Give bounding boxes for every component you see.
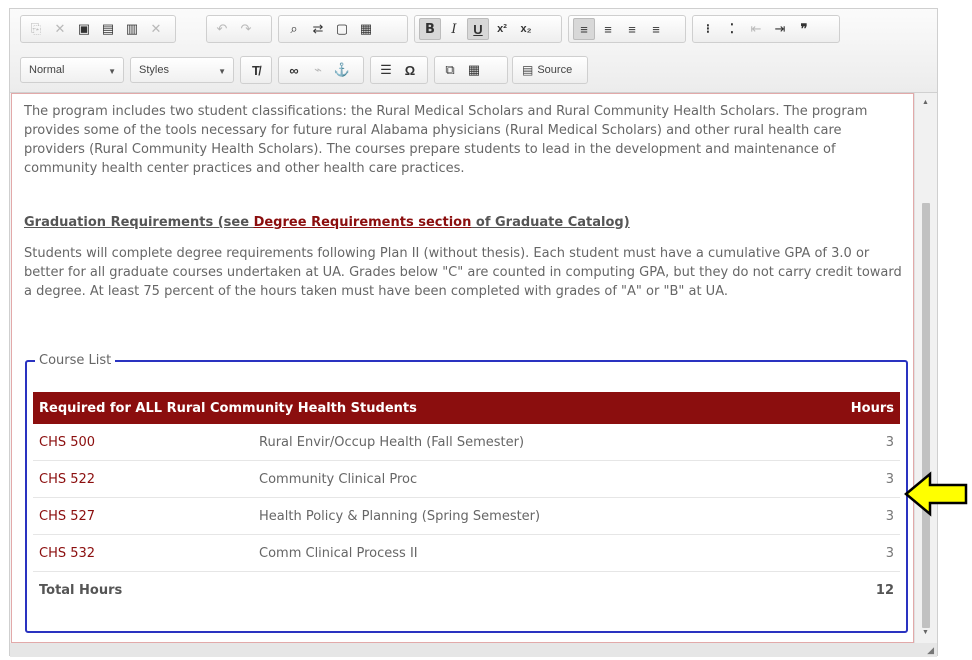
chevron-down-icon: ▼ [218, 67, 226, 76]
numbered-list-icon[interactable]: ⁝ [697, 18, 719, 40]
source-group: ▤ Source [512, 56, 588, 84]
link-icon[interactable]: ∞ [283, 59, 305, 81]
course-hours: 3 [797, 497, 900, 535]
total-row: Total Hours 12 [33, 572, 900, 609]
left-arrow-callout-icon [904, 471, 968, 517]
total-label: Total Hours [39, 582, 123, 598]
grad-heading-suffix: of Graduate Catalog) [471, 215, 630, 230]
vertical-scrollbar[interactable]: ▲ ▼ [914, 93, 937, 643]
justify-icon[interactable]: ≡ [645, 18, 667, 40]
course-title: Community Clinical Proc [253, 460, 798, 498]
course-code-link[interactable]: CHS 500 [33, 424, 253, 461]
scroll-up-arrow-icon[interactable]: ▲ [922, 99, 929, 106]
bold-icon[interactable]: B [419, 18, 441, 40]
rich-text-editor: ⎘ ✕ ▣ ▤ ▥ ✕ ↶ ↷ ⌕ ⇄ ▢ ▦ B I U x² x₂ ≡ ≡ … [9, 8, 938, 657]
course-title: Rural Envir/Occup Health (Fall Semester) [253, 424, 798, 461]
program-description: The program includes two student classif… [24, 104, 868, 176]
source-label: Source [537, 64, 573, 76]
align-right-icon[interactable]: ≡ [621, 18, 643, 40]
subscript-icon[interactable]: x₂ [515, 18, 537, 40]
paste-text-icon[interactable]: ▤ [97, 18, 119, 40]
course-code-link[interactable]: CHS 532 [33, 534, 253, 572]
clipboard-group: ⎘ ✕ ▣ ▤ ▥ ✕ [20, 15, 176, 43]
course-hours: 3 [797, 424, 900, 461]
course-title: Comm Clinical Process II [253, 534, 798, 572]
link-group: ∞ ⌁ ⚓ [278, 56, 364, 84]
course-hours: 3 [797, 460, 900, 498]
outdent-icon[interactable]: ⇤ [745, 18, 767, 40]
anchor-icon[interactable]: ⚓ [331, 59, 353, 81]
table-row: CHS 527 Health Policy & Planning (Spring… [33, 497, 900, 535]
select-all-icon[interactable]: ▢ [331, 18, 353, 40]
course-list-legend: Course List [39, 353, 112, 368]
table-row: CHS 500 Rural Envir/Occup Health (Fall S… [33, 424, 900, 461]
total-hours: 12 [875, 582, 894, 598]
table-row: CHS 532 Comm Clinical Process II 3 [33, 534, 900, 572]
cut-icon[interactable]: ✕ [49, 18, 71, 40]
undo-group: ↶ ↷ [206, 15, 272, 43]
embed-icon[interactable]: ⧉ [439, 59, 461, 81]
paste-word-icon[interactable]: ▥ [121, 18, 143, 40]
styles-select[interactable]: Styles ▼ [130, 57, 234, 83]
format-select[interactable]: Normal ▼ [20, 57, 124, 83]
align-center-icon[interactable]: ≡ [597, 18, 619, 40]
editor-content-area[interactable]: The program includes two student classif… [11, 93, 914, 643]
paste-icon[interactable]: ▣ [73, 18, 95, 40]
degree-requirements-link[interactable]: Degree Requirements section [254, 215, 472, 230]
format-select-value: Normal [29, 64, 65, 76]
blockquote-icon[interactable]: ❞ [793, 18, 815, 40]
course-code-link[interactable]: CHS 527 [33, 497, 253, 535]
table-icon[interactable]: ▦ [463, 59, 485, 81]
resize-handle-icon[interactable]: ◢ [927, 645, 934, 656]
insert-group: ☰ Ω [370, 56, 428, 84]
align-group: ≡ ≡ ≡ ≡ [568, 15, 686, 43]
remove-format-icon[interactable]: T̸ [245, 59, 267, 81]
document-icon: ▤ [522, 63, 534, 77]
degree-requirements-text: Students will complete degree requiremen… [24, 246, 902, 299]
redo-icon[interactable]: ↷ [235, 18, 257, 40]
scroll-down-arrow-icon[interactable]: ▼ [922, 629, 929, 636]
table-header-hours: Hours [797, 392, 900, 424]
course-table: Required for ALL Rural Community Health … [33, 392, 900, 608]
editor-status-bar: ◢ [10, 643, 937, 657]
indent-icon[interactable]: ⇥ [769, 18, 791, 40]
special-char-icon[interactable]: Ω [399, 59, 421, 81]
source-button[interactable]: ▤ Source [516, 59, 578, 81]
align-left-icon[interactable]: ≡ [573, 18, 595, 40]
styles-select-value: Styles [139, 64, 169, 76]
table-header-row: Required for ALL Rural Community Health … [33, 392, 900, 424]
table-header-title: Required for ALL Rural Community Health … [33, 392, 798, 424]
course-code-link[interactable]: CHS 522 [33, 460, 253, 498]
superscript-icon[interactable]: x² [491, 18, 513, 40]
scroll-thumb[interactable] [922, 203, 930, 628]
horizontal-rule-icon[interactable]: ☰ [375, 59, 397, 81]
course-title: Health Policy & Planning (Spring Semeste… [253, 497, 798, 535]
basic-styles-group: B I U x² x₂ [414, 15, 562, 43]
grad-heading-prefix: Graduation Requirements (see [24, 215, 254, 230]
bulleted-list-icon[interactable]: ⁚ [721, 18, 743, 40]
course-list-box: Course List Required for ALL Rural Commu… [25, 351, 908, 633]
embed-group: ⧉ ▦ [434, 56, 508, 84]
spellcheck-icon[interactable]: ▦ [355, 18, 377, 40]
chevron-down-icon: ▼ [108, 67, 116, 76]
remove-icon[interactable]: ✕ [145, 18, 167, 40]
find-icon[interactable]: ⌕ [283, 18, 305, 40]
unlink-icon[interactable]: ⌁ [307, 59, 329, 81]
course-hours: 3 [797, 534, 900, 572]
remove-format-group: T̸ [240, 56, 272, 84]
editor-toolbar: ⎘ ✕ ▣ ▤ ▥ ✕ ↶ ↷ ⌕ ⇄ ▢ ▦ B I U x² x₂ ≡ ≡ … [10, 9, 937, 93]
underline-icon[interactable]: U [467, 18, 489, 40]
list-group: ⁝ ⁚ ⇤ ⇥ ❞ [692, 15, 840, 43]
copy-icon[interactable]: ⎘ [25, 18, 47, 40]
table-row: CHS 522 Community Clinical Proc 3 [33, 460, 900, 498]
italic-icon[interactable]: I [443, 18, 465, 40]
replace-icon[interactable]: ⇄ [307, 18, 329, 40]
undo-icon[interactable]: ↶ [211, 18, 233, 40]
editing-group: ⌕ ⇄ ▢ ▦ [278, 15, 408, 43]
graduation-requirements-heading: Graduation Requirements (see Degree Requ… [24, 213, 630, 232]
